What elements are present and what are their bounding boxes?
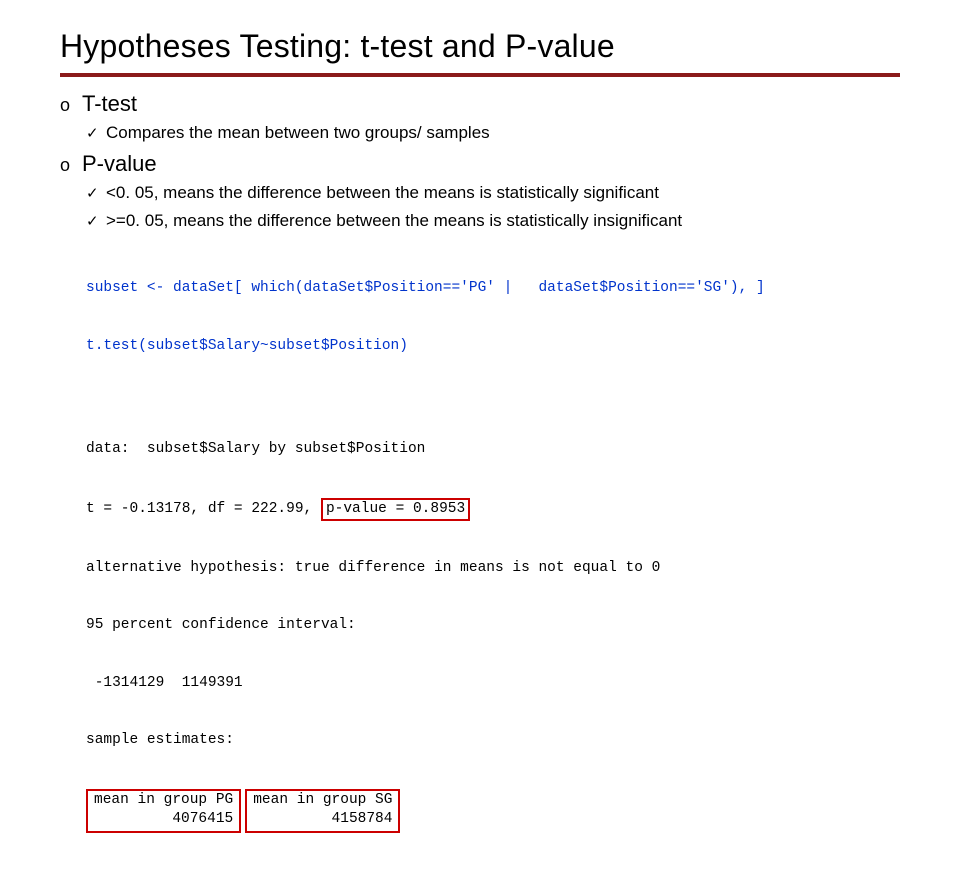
code-output-line: sample estimates: <box>86 731 900 750</box>
section-heading-ttest: T-test <box>82 91 137 117</box>
section-heading-pvalue: P-value <box>82 151 157 177</box>
list-item: o P-value <box>60 151 900 177</box>
list-item: ✓ Compares the mean between two groups/ … <box>86 123 900 143</box>
sample-estimates-row: mean in group PG4076415 mean in group SG… <box>86 789 900 833</box>
circle-bullet-icon: o <box>60 155 82 176</box>
check-bullet-icon: ✓ <box>86 124 106 142</box>
list-item: ✓ >=0. 05, means the difference between … <box>86 211 900 231</box>
check-bullet-icon: ✓ <box>86 184 106 202</box>
code-output-line: alternative hypothesis: true difference … <box>86 559 900 578</box>
list-item: ✓ <0. 05, means the difference between t… <box>86 183 900 203</box>
mean-pg-highlight-box: mean in group PG4076415 <box>86 789 241 833</box>
list-item: o T-test <box>60 91 900 117</box>
code-output-line: 95 percent confidence interval: <box>86 616 900 635</box>
circle-bullet-icon: o <box>60 95 82 116</box>
ttest-point: Compares the mean between two groups/ sa… <box>106 123 490 143</box>
pvalue-point-1: <0. 05, means the difference between the… <box>106 183 659 203</box>
code-output-block: subset <- dataSet[ which(dataSet$Positio… <box>86 241 900 871</box>
pvalue-highlight-box: p-value = 0.8953 <box>321 498 470 521</box>
title-divider <box>60 73 900 77</box>
code-output-line: -1314129 1149391 <box>86 674 900 693</box>
check-bullet-icon: ✓ <box>86 212 106 230</box>
code-input-line: t.test(subset$Salary~subset$Position) <box>86 337 900 356</box>
code-input-line: subset <- dataSet[ which(dataSet$Positio… <box>86 279 900 298</box>
mean-sg-highlight-box: mean in group SG4158784 <box>245 789 400 833</box>
slide-title: Hypotheses Testing: t-test and P-value <box>60 28 900 65</box>
code-output-line: data: subset$Salary by subset$Position <box>86 440 900 459</box>
pvalue-point-2: >=0. 05, means the difference between th… <box>106 211 682 231</box>
code-output-line: t = -0.13178, df = 222.99, p-value = 0.8… <box>86 498 900 521</box>
